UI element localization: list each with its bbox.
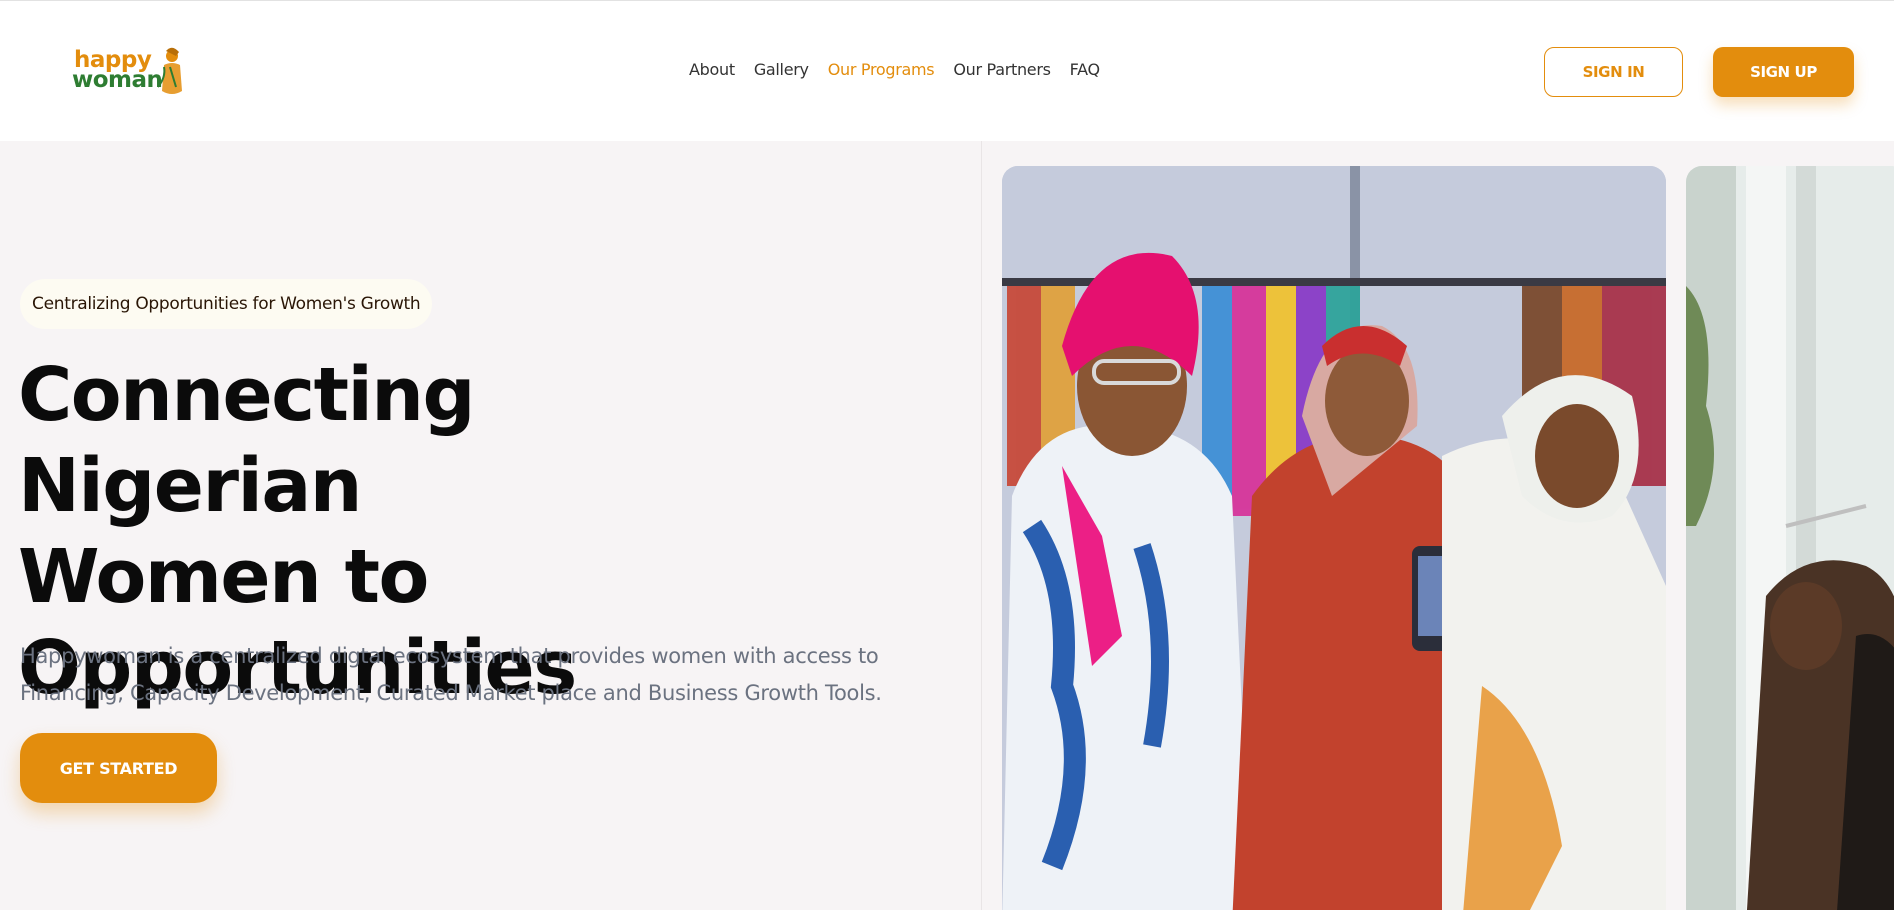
headline-line-1: Connecting Nigerian [18, 352, 475, 529]
main-nav: About Gallery Our Programs Our Partners … [689, 60, 1100, 79]
office-scene-illustration [1686, 166, 1894, 910]
nav-about[interactable]: About [689, 60, 735, 79]
get-started-button[interactable]: GET STARTED [20, 733, 217, 803]
section-divider [981, 141, 982, 910]
headline-line-2: Women to [18, 534, 429, 620]
nav-gallery[interactable]: Gallery [754, 60, 809, 79]
site-header: happy woman About Gallery Our Programs O… [0, 0, 1894, 141]
description-line-2: Financing, Capacity Development, Curated… [20, 681, 882, 705]
description-line-1: Happywoman is a centralized digtal ecosy… [20, 644, 879, 668]
boutique-scene-illustration [1002, 166, 1666, 910]
hero-description: Happywoman is a centralized digtal ecosy… [20, 638, 900, 712]
nav-our-programs[interactable]: Our Programs [828, 60, 935, 79]
sign-in-button[interactable]: SIGN IN [1544, 47, 1683, 97]
three-women-boutique-photo [1002, 166, 1666, 910]
sign-up-button[interactable]: SIGN UP [1713, 47, 1854, 97]
logo-text-woman: woman [72, 67, 163, 93]
woman-with-pen-photo [1686, 166, 1894, 910]
happywoman-logo[interactable]: happy woman [72, 47, 192, 103]
nav-our-partners[interactable]: Our Partners [953, 60, 1051, 79]
nav-faq[interactable]: FAQ [1070, 60, 1100, 79]
hero-badge: Centralizing Opportunities for Women's G… [20, 279, 433, 329]
woman-silhouette-icon [157, 47, 182, 94]
